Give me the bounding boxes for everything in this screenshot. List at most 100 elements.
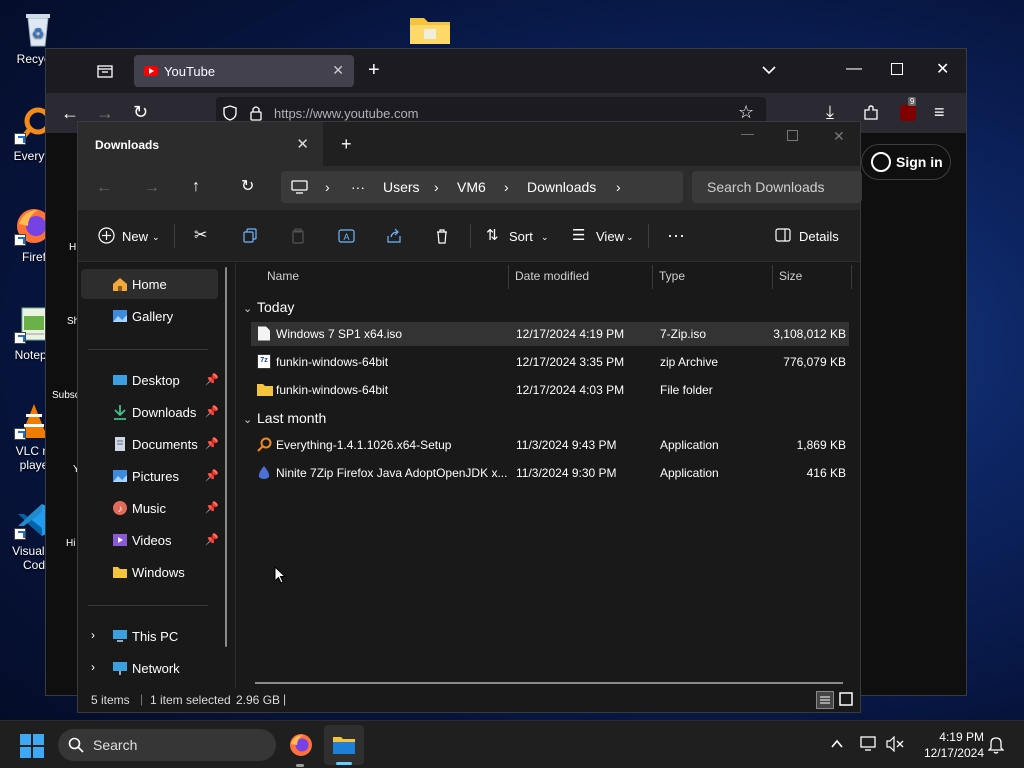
table-row[interactable]: Everything-1.4.1.1026.x64-Setup 11/3/202…	[251, 433, 849, 457]
chevron-right-icon[interactable]: ›	[616, 179, 621, 195]
sign-in-button[interactable]: Sign in	[861, 144, 951, 180]
forward-arrow-icon[interactable]: →	[96, 104, 114, 122]
breadcrumb-item-downloads[interactable]: Downloads	[527, 179, 596, 195]
group-header-last-month[interactable]: ⌄ Last month	[243, 410, 326, 426]
sidebar-item-this-pc[interactable]: › This PC	[81, 621, 218, 651]
column-header-type[interactable]: Type	[659, 269, 685, 283]
back-arrow-icon[interactable]: ←	[61, 104, 79, 122]
bookmark-star-icon[interactable]: ☆	[738, 103, 754, 121]
maximize-icon[interactable]	[891, 63, 903, 79]
share-icon[interactable]	[386, 228, 402, 248]
sidebar-item-music[interactable]: ♪ Music 📌	[81, 493, 219, 523]
monitor-icon[interactable]	[291, 180, 308, 197]
file-date: 12/17/2024 4:03 PM	[516, 383, 625, 397]
extensions-icon[interactable]	[862, 104, 880, 126]
chevron-up-icon[interactable]	[830, 737, 844, 755]
chevron-right-icon[interactable]: ›	[504, 179, 509, 195]
sidebar-item-home[interactable]: Home	[81, 269, 218, 299]
refresh-icon[interactable]: ↻	[241, 179, 254, 195]
up-arrow-icon[interactable]: ↑	[192, 179, 200, 195]
more-locations-icon[interactable]: ···	[351, 179, 365, 195]
chevron-right-icon[interactable]: ›	[325, 179, 330, 195]
group-header-today[interactable]: ⌄ Today	[243, 299, 294, 315]
sidebar-item-label: Documents	[132, 437, 198, 452]
downloads-icon[interactable]: ⤓	[826, 103, 834, 121]
close-tab-icon[interactable]: ✕	[332, 62, 344, 79]
reload-icon[interactable]: ↻	[133, 103, 148, 121]
breadcrumb[interactable]: › ··· Users › VM6 › Downloads ›	[281, 171, 683, 203]
sort-button[interactable]: ⇅ Sort ⌄	[484, 210, 549, 262]
details-view-icon[interactable]	[816, 691, 834, 709]
network-status-icon[interactable]	[860, 736, 878, 756]
column-header-name[interactable]: Name	[267, 269, 299, 283]
sidebar-item-label: Windows	[132, 565, 185, 580]
close-window-icon[interactable]: ✕	[833, 128, 845, 144]
volume-muted-icon[interactable]	[886, 735, 904, 756]
minimize-icon[interactable]: —	[741, 126, 754, 142]
breadcrumb-item-vm6[interactable]: VM6	[457, 179, 486, 195]
delete-icon[interactable]	[434, 228, 450, 248]
firefox-taskbar-icon[interactable]	[289, 733, 313, 762]
maximize-icon[interactable]	[787, 129, 798, 145]
pin-icon[interactable]: 📌	[205, 437, 219, 450]
minimize-icon[interactable]: —	[846, 61, 862, 77]
sidebar-item-documents[interactable]: Documents 📌	[81, 429, 219, 459]
sidebar-item-network[interactable]: › Network	[81, 653, 218, 683]
table-row[interactable]: Windows 7 SP1 x64.iso 12/17/2024 4:19 PM…	[251, 322, 849, 346]
sidebar-item-videos[interactable]: Videos 📌	[81, 525, 219, 555]
sidebar-item-pictures[interactable]: Pictures 📌	[81, 461, 219, 491]
desktop-folder-icon[interactable]	[408, 12, 452, 46]
forward-arrow-icon[interactable]: →	[144, 180, 160, 196]
sidebar-item-downloads[interactable]: Downloads 📌	[81, 397, 219, 427]
sidebar-item-gallery[interactable]: Gallery	[81, 301, 218, 331]
pin-icon[interactable]: 📌	[205, 533, 219, 546]
system-clock[interactable]: 4:19 PM 12/17/2024	[912, 729, 984, 761]
nav-scrollbar[interactable]	[225, 267, 227, 647]
tab-youtube[interactable]: YouTube ✕	[134, 55, 354, 87]
horizontal-scrollbar[interactable]	[255, 682, 843, 684]
windows-start-icon[interactable]	[20, 734, 44, 763]
sidebar-item-windows[interactable]: Windows	[81, 557, 218, 587]
view-button[interactable]: ☰ View ⌄	[572, 210, 636, 262]
close-tab-icon[interactable]: ✕	[296, 135, 309, 153]
breadcrumb-item-users[interactable]: Users	[383, 179, 420, 195]
file-explorer-taskbar-button[interactable]	[324, 725, 364, 765]
svg-text:♪: ♪	[118, 504, 123, 515]
chevron-down-icon[interactable]	[761, 62, 777, 82]
sidebar-item-desktop[interactable]: Desktop 📌	[81, 365, 219, 395]
column-header-size[interactable]: Size	[779, 269, 802, 283]
search-input[interactable]: Search Downloads	[692, 171, 862, 203]
new-tab-icon[interactable]: +	[341, 135, 352, 153]
tab-list-icon[interactable]	[97, 63, 113, 83]
expand-chevron-icon[interactable]: ›	[91, 628, 95, 642]
new-tab-icon[interactable]: +	[368, 60, 380, 80]
details-pane-button[interactable]: Details	[775, 210, 845, 262]
back-arrow-icon[interactable]: ←	[96, 180, 112, 196]
notification-bell-icon[interactable]	[987, 736, 1005, 758]
column-header-date[interactable]: Date modified	[515, 269, 589, 283]
table-row[interactable]: 7z funkin-windows-64bit 12/17/2024 3:35 …	[251, 350, 849, 374]
new-button[interactable]: New ⌄	[96, 210, 160, 262]
copy-icon[interactable]	[242, 228, 258, 248]
expand-chevron-icon[interactable]: ›	[91, 660, 95, 674]
cut-icon[interactable]: ✂	[194, 228, 207, 244]
table-row[interactable]: funkin-windows-64bit 12/17/2024 4:03 PM …	[251, 378, 849, 402]
pin-icon[interactable]: 📌	[205, 469, 219, 482]
table-row[interactable]: Ninite 7Zip Firefox Java AdoptOpenJDK x.…	[251, 461, 849, 485]
rename-icon[interactable]: A	[338, 228, 355, 248]
pin-icon[interactable]: 📌	[205, 405, 219, 418]
ublock-icon[interactable]	[900, 105, 916, 121]
close-window-icon[interactable]: ✕	[936, 62, 949, 78]
tab-downloads[interactable]: Downloads ✕	[78, 122, 323, 166]
taskbar-search-box[interactable]: Search	[58, 729, 276, 761]
file-type: Application	[660, 466, 719, 480]
paste-icon[interactable]	[290, 228, 306, 248]
more-options-icon[interactable]: ···	[667, 226, 685, 244]
tiles-view-icon[interactable]	[838, 691, 856, 709]
selection-info: 1 item selected	[150, 693, 231, 707]
menu-icon[interactable]: ≡	[934, 103, 945, 121]
pin-icon[interactable]: 📌	[205, 373, 219, 386]
search-icon	[68, 737, 84, 756]
chevron-right-icon[interactable]: ›	[434, 179, 439, 195]
pin-icon[interactable]: 📌	[205, 501, 219, 514]
